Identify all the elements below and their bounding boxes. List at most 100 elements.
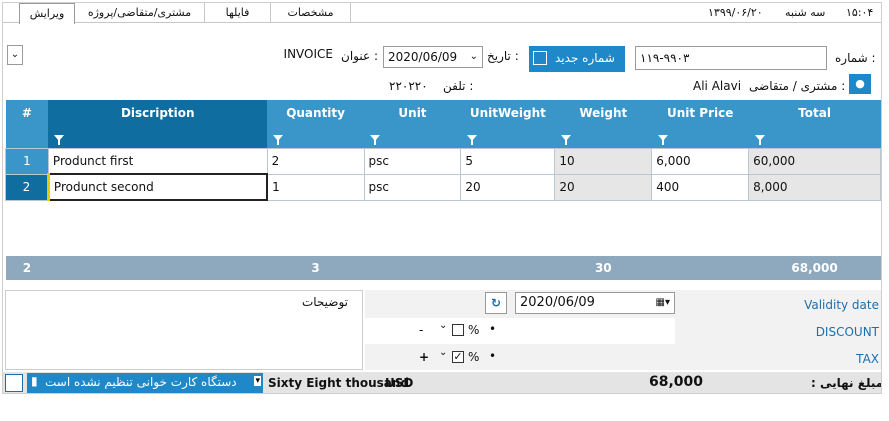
calculator-icon	[533, 51, 547, 65]
description-textarea[interactable]: توضیحات	[5, 290, 363, 370]
discount-row	[365, 318, 675, 344]
tab-label-customer: مشتری/متقاضی/پروژه	[87, 6, 192, 19]
tab-edit[interactable]: ویرایش	[19, 3, 75, 24]
filter-icon	[370, 134, 381, 145]
status-time: ۱۵:۰۴	[846, 6, 874, 19]
table-row[interactable]: 1 Produnct first 2 psc 5 10 6,000 60,000	[5, 147, 881, 175]
tax-sign: +	[419, 350, 430, 364]
date-label: تاریخ :	[487, 49, 519, 63]
customer-group-icon[interactable]: ●	[849, 74, 871, 94]
invoice-window: ویرایش مشتری/متقاضی/پروژه فایلها مشخصات …	[2, 2, 882, 394]
footer-empty	[652, 256, 749, 280]
phone-value: ۲۲۰۲۲۰	[389, 79, 428, 93]
validity-date-value: 2020/06/09	[520, 295, 595, 310]
row-number: 2	[5, 173, 49, 201]
table-empty-area[interactable]	[6, 200, 881, 256]
validity-date-input[interactable]: 2020/06/09 ▦▾	[515, 292, 675, 314]
tab-customer-project[interactable]: مشتری/متقاضی/پروژه	[75, 3, 205, 23]
cell-quantity[interactable]: 1	[266, 173, 365, 201]
filter-cell[interactable]	[460, 126, 555, 148]
table-footer: 2 3 30 68,000	[5, 256, 881, 280]
tab-label-specs: مشخصات	[287, 6, 334, 19]
currency-label: USD	[385, 376, 414, 390]
customer-label: مشتری / متقاضی :	[749, 79, 846, 93]
cell-description[interactable]: Produnct first	[47, 147, 268, 175]
tab-specs[interactable]: مشخصات	[271, 3, 351, 23]
title-field[interactable]: INVOICE	[23, 45, 337, 65]
tab-label-edit: ویرایش	[29, 7, 65, 20]
final-amount-value: 68,000	[649, 374, 704, 390]
tax-percent: %	[468, 350, 480, 364]
card-reader-icon: ▮	[31, 374, 38, 388]
col-header-quantity[interactable]: Quantity	[267, 100, 365, 126]
col-header-unit[interactable]: Unit	[364, 100, 461, 126]
calendar-icon: ▦▾	[655, 297, 670, 308]
col-header-total[interactable]: Total	[748, 100, 881, 126]
refresh-icon[interactable]: ↻	[485, 292, 507, 314]
cell-unitweight[interactable]: 20	[460, 173, 556, 201]
cell-unitprice[interactable]: 400	[651, 173, 750, 201]
col-header-weight[interactable]: Weight	[554, 100, 652, 126]
footer-empty	[364, 256, 461, 280]
tab-bar: ویرایش مشتری/متقاضی/پروژه فایلها مشخصات …	[3, 3, 881, 24]
footer-count: 2	[22, 261, 32, 275]
number-field[interactable]: ۱۱۹-۹۹۰۳	[635, 46, 827, 70]
table-row[interactable]: 2 Produnct second 1 psc 20 20 400 8,000	[5, 173, 881, 201]
card-reader-text: دستگاه کارت خوانی تنظیم نشده است	[45, 375, 237, 389]
filter-icon	[754, 134, 765, 145]
items-table: # Discription Quantity Unit UnitWeight W…	[5, 100, 881, 280]
status-day: سه شنبه	[785, 6, 826, 19]
new-number-label: شماره جدید	[555, 51, 615, 65]
totals-panel: ↻ 2020/06/09 ▦▾ Validity date - ⌄ % • DI…	[365, 290, 881, 370]
description-label: توضیحات	[301, 295, 348, 309]
filter-cell[interactable]	[267, 126, 365, 148]
filter-icon	[560, 134, 571, 145]
filter-icon	[54, 134, 65, 145]
filter-icon	[657, 134, 668, 145]
chevron-down-icon: ▾	[254, 376, 261, 386]
cell-unitweight[interactable]: 5	[460, 147, 556, 175]
cell-unit[interactable]: psc	[363, 173, 462, 201]
tab-files[interactable]: فایلها	[205, 3, 271, 23]
filter-cell[interactable]	[748, 126, 881, 148]
filter-cell[interactable]	[651, 126, 749, 148]
cell-total: 60,000	[748, 147, 881, 175]
title-dropdown-arrow[interactable]: ⌄	[7, 45, 23, 65]
chevron-down-icon: ⌄	[469, 51, 478, 62]
tax-checkbox[interactable]: ✓	[452, 351, 464, 363]
cell-unit[interactable]: psc	[363, 147, 462, 175]
chevron-down-icon[interactable]: ⌄	[439, 320, 447, 331]
customer-value: Ali Alavi	[693, 79, 742, 93]
col-header-unitweight[interactable]: UnitWeight	[460, 100, 555, 126]
col-header-unitprice[interactable]: Unit Price	[651, 100, 749, 126]
date-value: 2020/06/09	[388, 50, 458, 64]
filter-icon	[466, 134, 477, 145]
footer-total: 68,000	[791, 261, 838, 275]
tab-label-files: فایلها	[225, 6, 250, 19]
phone-label: تلفن :	[443, 79, 474, 93]
date-input[interactable]: 2020/06/09 ⌄	[383, 46, 483, 68]
card-reader-select[interactable]: ▮ دستگاه کارت خوانی تنظیم نشده است ▾	[27, 373, 263, 393]
calculator-icon[interactable]	[5, 374, 23, 392]
filter-cell[interactable]	[364, 126, 461, 148]
discount-percent: %	[468, 323, 480, 337]
cell-unitprice[interactable]: 6,000	[651, 147, 750, 175]
filter-cell[interactable]	[5, 126, 49, 148]
filter-cell[interactable]	[554, 126, 652, 148]
number-label: شماره :	[835, 51, 876, 65]
footer-weight: 30	[594, 261, 612, 275]
cell-description[interactable]: Produnct second	[46, 173, 269, 201]
footer-quantity: 3	[311, 261, 320, 275]
bottom-bar: ▮ دستگاه کارت خوانی تنظیم نشده است ▾ Six…	[3, 372, 881, 393]
filter-icon	[273, 134, 284, 145]
filter-cell[interactable]	[48, 126, 268, 148]
row-number: 1	[5, 147, 49, 175]
new-number-button[interactable]: شماره جدید	[529, 46, 625, 72]
chevron-down-icon[interactable]: ⌄	[439, 347, 447, 358]
discount-checkbox[interactable]	[452, 324, 464, 336]
cell-quantity[interactable]: 2	[266, 147, 365, 175]
discount-sign: -	[419, 323, 424, 337]
discount-label: DISCOUNT	[815, 325, 879, 339]
col-header-description[interactable]: Discription	[48, 100, 268, 126]
col-header-number[interactable]: #	[5, 100, 49, 126]
